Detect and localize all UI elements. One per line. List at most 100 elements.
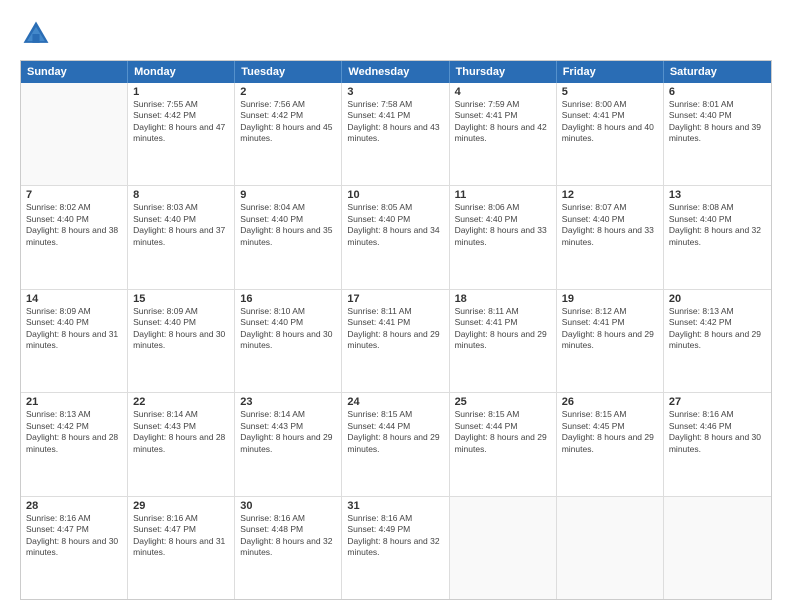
day-cell-22: 22Sunrise: 8:14 AMSunset: 4:43 PMDayligh… bbox=[128, 393, 235, 495]
day-cell-11: 11Sunrise: 8:06 AMSunset: 4:40 PMDayligh… bbox=[450, 186, 557, 288]
calendar-row-4: 21Sunrise: 8:13 AMSunset: 4:42 PMDayligh… bbox=[21, 392, 771, 495]
day-info: Sunrise: 7:55 AMSunset: 4:42 PMDaylight:… bbox=[133, 99, 229, 145]
day-info: Sunrise: 8:13 AMSunset: 4:42 PMDaylight:… bbox=[669, 306, 766, 352]
day-cell-20: 20Sunrise: 8:13 AMSunset: 4:42 PMDayligh… bbox=[664, 290, 771, 392]
day-cell-21: 21Sunrise: 8:13 AMSunset: 4:42 PMDayligh… bbox=[21, 393, 128, 495]
day-number: 8 bbox=[133, 189, 229, 201]
logo bbox=[20, 18, 56, 50]
day-cell-4: 4Sunrise: 7:59 AMSunset: 4:41 PMDaylight… bbox=[450, 83, 557, 185]
header-day-thursday: Thursday bbox=[450, 61, 557, 83]
empty-cell bbox=[664, 497, 771, 599]
calendar-row-5: 28Sunrise: 8:16 AMSunset: 4:47 PMDayligh… bbox=[21, 496, 771, 599]
calendar-header: SundayMondayTuesdayWednesdayThursdayFrid… bbox=[21, 61, 771, 83]
header-day-friday: Friday bbox=[557, 61, 664, 83]
day-number: 15 bbox=[133, 293, 229, 305]
day-info: Sunrise: 8:16 AMSunset: 4:48 PMDaylight:… bbox=[240, 513, 336, 559]
calendar-body: 1Sunrise: 7:55 AMSunset: 4:42 PMDaylight… bbox=[21, 83, 771, 599]
day-info: Sunrise: 8:09 AMSunset: 4:40 PMDaylight:… bbox=[26, 306, 122, 352]
day-number: 11 bbox=[455, 189, 551, 201]
day-cell-5: 5Sunrise: 8:00 AMSunset: 4:41 PMDaylight… bbox=[557, 83, 664, 185]
day-number: 20 bbox=[669, 293, 766, 305]
day-cell-18: 18Sunrise: 8:11 AMSunset: 4:41 PMDayligh… bbox=[450, 290, 557, 392]
day-number: 1 bbox=[133, 86, 229, 98]
day-number: 12 bbox=[562, 189, 658, 201]
day-number: 9 bbox=[240, 189, 336, 201]
day-cell-23: 23Sunrise: 8:14 AMSunset: 4:43 PMDayligh… bbox=[235, 393, 342, 495]
day-info: Sunrise: 8:09 AMSunset: 4:40 PMDaylight:… bbox=[133, 306, 229, 352]
day-info: Sunrise: 8:10 AMSunset: 4:40 PMDaylight:… bbox=[240, 306, 336, 352]
day-number: 19 bbox=[562, 293, 658, 305]
header-day-sunday: Sunday bbox=[21, 61, 128, 83]
day-number: 18 bbox=[455, 293, 551, 305]
page: SundayMondayTuesdayWednesdayThursdayFrid… bbox=[0, 0, 792, 612]
day-cell-24: 24Sunrise: 8:15 AMSunset: 4:44 PMDayligh… bbox=[342, 393, 449, 495]
day-number: 26 bbox=[562, 396, 658, 408]
header-day-wednesday: Wednesday bbox=[342, 61, 449, 83]
day-cell-15: 15Sunrise: 8:09 AMSunset: 4:40 PMDayligh… bbox=[128, 290, 235, 392]
calendar-row-3: 14Sunrise: 8:09 AMSunset: 4:40 PMDayligh… bbox=[21, 289, 771, 392]
day-info: Sunrise: 8:13 AMSunset: 4:42 PMDaylight:… bbox=[26, 409, 122, 455]
day-number: 30 bbox=[240, 500, 336, 512]
day-cell-3: 3Sunrise: 7:58 AMSunset: 4:41 PMDaylight… bbox=[342, 83, 449, 185]
day-cell-2: 2Sunrise: 7:56 AMSunset: 4:42 PMDaylight… bbox=[235, 83, 342, 185]
day-cell-14: 14Sunrise: 8:09 AMSunset: 4:40 PMDayligh… bbox=[21, 290, 128, 392]
day-info: Sunrise: 8:15 AMSunset: 4:44 PMDaylight:… bbox=[347, 409, 443, 455]
day-info: Sunrise: 8:01 AMSunset: 4:40 PMDaylight:… bbox=[669, 99, 766, 145]
day-cell-12: 12Sunrise: 8:07 AMSunset: 4:40 PMDayligh… bbox=[557, 186, 664, 288]
day-info: Sunrise: 8:04 AMSunset: 4:40 PMDaylight:… bbox=[240, 202, 336, 248]
day-cell-8: 8Sunrise: 8:03 AMSunset: 4:40 PMDaylight… bbox=[128, 186, 235, 288]
day-cell-27: 27Sunrise: 8:16 AMSunset: 4:46 PMDayligh… bbox=[664, 393, 771, 495]
day-info: Sunrise: 7:58 AMSunset: 4:41 PMDaylight:… bbox=[347, 99, 443, 145]
day-cell-13: 13Sunrise: 8:08 AMSunset: 4:40 PMDayligh… bbox=[664, 186, 771, 288]
day-info: Sunrise: 8:14 AMSunset: 4:43 PMDaylight:… bbox=[133, 409, 229, 455]
day-info: Sunrise: 8:06 AMSunset: 4:40 PMDaylight:… bbox=[455, 202, 551, 248]
calendar: SundayMondayTuesdayWednesdayThursdayFrid… bbox=[20, 60, 772, 600]
day-info: Sunrise: 8:12 AMSunset: 4:41 PMDaylight:… bbox=[562, 306, 658, 352]
day-number: 23 bbox=[240, 396, 336, 408]
day-cell-31: 31Sunrise: 8:16 AMSunset: 4:49 PMDayligh… bbox=[342, 497, 449, 599]
day-cell-26: 26Sunrise: 8:15 AMSunset: 4:45 PMDayligh… bbox=[557, 393, 664, 495]
day-number: 27 bbox=[669, 396, 766, 408]
calendar-row-2: 7Sunrise: 8:02 AMSunset: 4:40 PMDaylight… bbox=[21, 185, 771, 288]
day-cell-10: 10Sunrise: 8:05 AMSunset: 4:40 PMDayligh… bbox=[342, 186, 449, 288]
day-number: 21 bbox=[26, 396, 122, 408]
day-info: Sunrise: 8:02 AMSunset: 4:40 PMDaylight:… bbox=[26, 202, 122, 248]
day-cell-7: 7Sunrise: 8:02 AMSunset: 4:40 PMDaylight… bbox=[21, 186, 128, 288]
header-day-tuesday: Tuesday bbox=[235, 61, 342, 83]
day-info: Sunrise: 8:00 AMSunset: 4:41 PMDaylight:… bbox=[562, 99, 658, 145]
day-cell-19: 19Sunrise: 8:12 AMSunset: 4:41 PMDayligh… bbox=[557, 290, 664, 392]
day-number: 29 bbox=[133, 500, 229, 512]
header bbox=[20, 18, 772, 50]
day-cell-28: 28Sunrise: 8:16 AMSunset: 4:47 PMDayligh… bbox=[21, 497, 128, 599]
day-info: Sunrise: 7:59 AMSunset: 4:41 PMDaylight:… bbox=[455, 99, 551, 145]
day-info: Sunrise: 8:15 AMSunset: 4:45 PMDaylight:… bbox=[562, 409, 658, 455]
day-cell-30: 30Sunrise: 8:16 AMSunset: 4:48 PMDayligh… bbox=[235, 497, 342, 599]
day-info: Sunrise: 8:11 AMSunset: 4:41 PMDaylight:… bbox=[347, 306, 443, 352]
day-info: Sunrise: 8:15 AMSunset: 4:44 PMDaylight:… bbox=[455, 409, 551, 455]
day-cell-17: 17Sunrise: 8:11 AMSunset: 4:41 PMDayligh… bbox=[342, 290, 449, 392]
day-info: Sunrise: 8:16 AMSunset: 4:47 PMDaylight:… bbox=[133, 513, 229, 559]
header-day-monday: Monday bbox=[128, 61, 235, 83]
day-info: Sunrise: 8:14 AMSunset: 4:43 PMDaylight:… bbox=[240, 409, 336, 455]
day-number: 16 bbox=[240, 293, 336, 305]
day-info: Sunrise: 8:03 AMSunset: 4:40 PMDaylight:… bbox=[133, 202, 229, 248]
day-number: 31 bbox=[347, 500, 443, 512]
day-info: Sunrise: 8:08 AMSunset: 4:40 PMDaylight:… bbox=[669, 202, 766, 248]
calendar-row-1: 1Sunrise: 7:55 AMSunset: 4:42 PMDaylight… bbox=[21, 83, 771, 185]
day-number: 22 bbox=[133, 396, 229, 408]
day-number: 4 bbox=[455, 86, 551, 98]
day-number: 14 bbox=[26, 293, 122, 305]
logo-icon bbox=[20, 18, 52, 50]
day-info: Sunrise: 8:16 AMSunset: 4:47 PMDaylight:… bbox=[26, 513, 122, 559]
day-cell-25: 25Sunrise: 8:15 AMSunset: 4:44 PMDayligh… bbox=[450, 393, 557, 495]
day-number: 7 bbox=[26, 189, 122, 201]
day-info: Sunrise: 7:56 AMSunset: 4:42 PMDaylight:… bbox=[240, 99, 336, 145]
day-number: 28 bbox=[26, 500, 122, 512]
day-number: 10 bbox=[347, 189, 443, 201]
empty-cell bbox=[450, 497, 557, 599]
day-cell-1: 1Sunrise: 7:55 AMSunset: 4:42 PMDaylight… bbox=[128, 83, 235, 185]
day-number: 25 bbox=[455, 396, 551, 408]
day-cell-9: 9Sunrise: 8:04 AMSunset: 4:40 PMDaylight… bbox=[235, 186, 342, 288]
day-info: Sunrise: 8:07 AMSunset: 4:40 PMDaylight:… bbox=[562, 202, 658, 248]
day-info: Sunrise: 8:16 AMSunset: 4:49 PMDaylight:… bbox=[347, 513, 443, 559]
